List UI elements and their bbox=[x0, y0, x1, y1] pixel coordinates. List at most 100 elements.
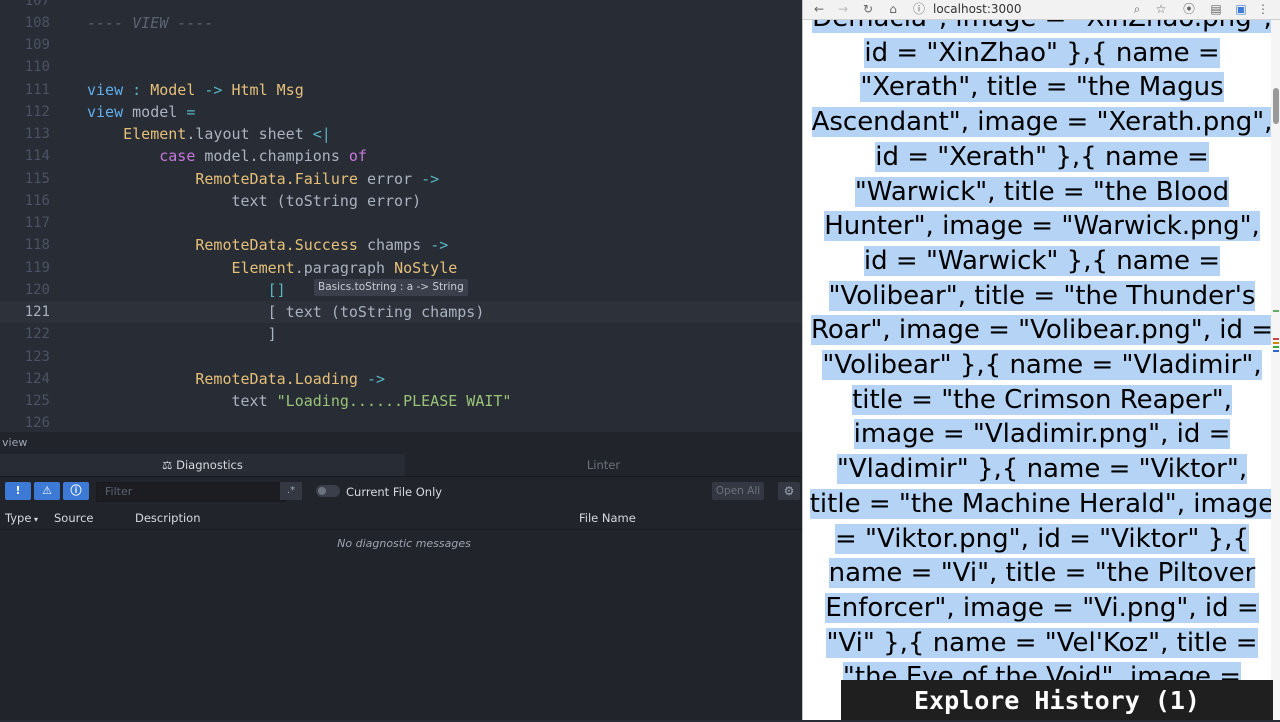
code-line[interactable]: 124 RemoteData.Loading -> bbox=[0, 368, 802, 390]
line-number: 112 bbox=[24, 103, 50, 120]
code-line[interactable]: 117 bbox=[0, 212, 802, 234]
filter-input[interactable]: Filter bbox=[96, 482, 286, 502]
code-line[interactable]: 112 view model = bbox=[0, 101, 802, 123]
tab-diagnostics[interactable]: ⚖ Diagnostics bbox=[0, 454, 405, 476]
scroll-marker bbox=[1273, 342, 1279, 344]
code-token: -> bbox=[430, 236, 449, 255]
code-line[interactable]: 107 bbox=[0, 0, 802, 12]
code-line[interactable]: 118 RemoteData.Success champs -> bbox=[0, 234, 802, 256]
current-file-only-toggle[interactable] bbox=[316, 485, 340, 497]
zoom-icon[interactable]: ⌕ bbox=[1129, 1, 1145, 17]
line-number: 108 bbox=[24, 14, 50, 31]
code-text: case model.champions of bbox=[87, 145, 367, 167]
regex-toggle-button[interactable]: .* bbox=[280, 482, 302, 500]
scroll-marker bbox=[1273, 310, 1279, 312]
column-description[interactable]: Description bbox=[135, 507, 201, 529]
page-viewport[interactable]: Demacia", image = "XinZhao.png", id = "X… bbox=[803, 20, 1280, 720]
code-line[interactable]: 119 Element.paragraph NoStyle bbox=[0, 257, 802, 279]
back-icon[interactable]: ← bbox=[811, 1, 827, 17]
code-token: of bbox=[348, 147, 367, 166]
chevron-down-icon: ▾ bbox=[31, 515, 38, 524]
open-all-button[interactable]: Open All bbox=[712, 482, 764, 500]
code-token: view bbox=[87, 80, 124, 99]
error-filter-icon[interactable]: ! bbox=[5, 482, 31, 500]
forward-icon[interactable]: → bbox=[835, 1, 851, 17]
code-line[interactable]: 114 case model.champions of bbox=[0, 145, 802, 167]
code-token: RemoteData.Failure bbox=[195, 169, 358, 188]
extension-blue-icon[interactable]: ▣ bbox=[1233, 1, 1249, 17]
code-text: view : Model -> Html Msg bbox=[87, 79, 304, 101]
browser-window: ← → ↻ ⌂ ⓘ localhost:3000 ⌕ ☆ ⦿ ▤ ▣ ⋮ Dem… bbox=[802, 0, 1280, 720]
tab-diagnostics-label: Diagnostics bbox=[176, 458, 243, 472]
code-line[interactable]: 121 [ text (toString champs) bbox=[0, 301, 802, 323]
address-bar: ← → ↻ ⌂ ⓘ localhost:3000 ⌕ ☆ ⦿ ▤ ▣ ⋮ bbox=[803, 0, 1280, 20]
code-token: -> bbox=[366, 369, 386, 388]
diagnostics-icon: ⚖ bbox=[162, 458, 177, 472]
code-line[interactable]: 125 text "Loading......PLEASE WAIT" bbox=[0, 390, 802, 412]
info-icon[interactable]: ⓘ bbox=[911, 1, 927, 17]
tab-linter[interactable]: Linter bbox=[405, 454, 802, 476]
scroll-marker bbox=[1273, 338, 1279, 340]
code-token: view bbox=[87, 102, 124, 121]
column-type[interactable]: Type ▾ bbox=[5, 507, 38, 531]
code-token: .paragraph bbox=[294, 258, 395, 277]
code-token: : bbox=[123, 80, 151, 99]
code-token: -> bbox=[195, 80, 232, 99]
column-file-name[interactable]: File Name bbox=[579, 507, 636, 529]
code-text: RemoteData.Failure error -> bbox=[87, 168, 439, 190]
reader-icon[interactable]: ▤ bbox=[1208, 1, 1224, 17]
page-content: Demacia", image = "XinZhao.png", id = "X… bbox=[809, 20, 1275, 720]
code-line[interactable]: 111 view : Model -> Html Msg bbox=[0, 79, 802, 101]
reload-icon[interactable]: ↻ bbox=[860, 1, 876, 17]
code-line[interactable]: 108 ---- VIEW ---- bbox=[0, 12, 802, 34]
code-line[interactable]: 109 bbox=[0, 34, 802, 56]
line-number: 117 bbox=[24, 215, 50, 231]
warning-filter-icon[interactable]: ⚠ bbox=[34, 482, 60, 500]
scrollbar[interactable] bbox=[1271, 20, 1280, 720]
line-number: 126 bbox=[24, 415, 50, 432]
menu-icon[interactable]: ⋮ bbox=[1255, 1, 1271, 17]
code-line[interactable]: 113 Element.layout sheet <| bbox=[0, 123, 802, 145]
info-filter-icon[interactable]: ⓘ bbox=[63, 482, 89, 500]
code-line[interactable]: 110 bbox=[0, 56, 802, 78]
diagnostics-panel: ⚖ Diagnostics Linter ! ⚠ ⓘ Filter .* Cur… bbox=[0, 454, 802, 720]
line-number: 118 bbox=[24, 237, 50, 254]
column-type-label: Type bbox=[5, 511, 32, 525]
diagnostics-table-header: Type ▾ Source Description File Name bbox=[0, 507, 802, 530]
code-line[interactable]: 116 text (toString error) bbox=[0, 190, 802, 212]
star-icon[interactable]: ☆ bbox=[1153, 1, 1169, 17]
line-number: 109 bbox=[24, 37, 50, 53]
home-icon[interactable]: ⌂ bbox=[885, 1, 901, 17]
status-line: view bbox=[0, 432, 802, 454]
code-line[interactable]: 115 RemoteData.Failure error -> bbox=[0, 168, 802, 190]
code-token: [] bbox=[267, 280, 286, 299]
code-text: text (toString error) bbox=[87, 190, 421, 212]
code-line[interactable]: 123 bbox=[0, 346, 802, 368]
gear-icon[interactable]: ⚙ bbox=[778, 482, 800, 500]
explore-history-overlay[interactable]: Explore History (1) bbox=[841, 680, 1273, 720]
code-line[interactable]: 122 ] bbox=[0, 323, 802, 345]
code-text: text "Loading......PLEASE WAIT" bbox=[87, 390, 511, 412]
code-text: ] bbox=[87, 323, 277, 345]
url-field[interactable]: localhost:3000 bbox=[933, 1, 1021, 17]
scroll-marker bbox=[1273, 346, 1279, 348]
code-token: Msg bbox=[276, 80, 304, 99]
diagnostics-toolbar: ! ⚠ ⓘ Filter .* Current File Only Open A… bbox=[0, 481, 802, 503]
line-number: 107 bbox=[24, 0, 50, 9]
code-token: NoStyle bbox=[394, 258, 458, 277]
code-token: "Loading......PLEASE WAIT" bbox=[276, 392, 512, 410]
column-source[interactable]: Source bbox=[54, 507, 94, 529]
code-token: text bbox=[87, 392, 277, 410]
code-token: champs bbox=[357, 236, 431, 255]
code-token: Model bbox=[150, 80, 196, 99]
code-token: Element bbox=[231, 258, 295, 277]
code-editor[interactable]: 107 108 ---- VIEW ---- 109 110 111 view : Mode… bbox=[0, 0, 802, 432]
scrollbar-thumb[interactable] bbox=[1273, 88, 1279, 124]
code-token: model bbox=[123, 102, 187, 121]
code-line[interactable]: 126 bbox=[0, 412, 802, 432]
extension-icon[interactable]: ⦿ bbox=[1181, 1, 1197, 17]
